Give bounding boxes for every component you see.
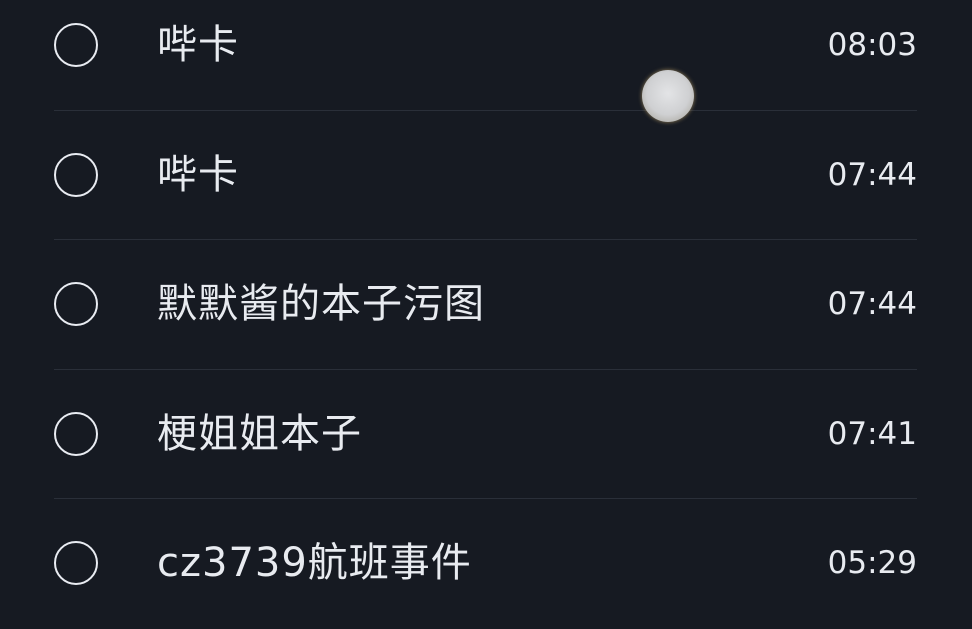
- select-radio[interactable]: [54, 152, 98, 197]
- select-radio[interactable]: [54, 23, 98, 67]
- select-radio[interactable]: [54, 541, 98, 585]
- touch-indicator: [642, 70, 694, 122]
- item-title: cz3739航班事件: [157, 540, 472, 586]
- list-item[interactable]: 梗姐姐本子 07:41: [0, 370, 972, 499]
- list-item[interactable]: cz3739航班事件 05:29: [0, 499, 972, 629]
- list-item[interactable]: 哔卡 07:44: [0, 111, 972, 240]
- item-title: 梗姐姐本子: [157, 410, 362, 457]
- item-title: 默默酱的本子污图: [157, 281, 485, 327]
- note-list: 哔卡 08:03 哔卡 07:44 默默酱的本子污图 07:44 梗姐姐本子 0…: [0, 0, 972, 629]
- select-radio[interactable]: [54, 282, 98, 326]
- item-time: 08:03: [827, 27, 917, 63]
- list-item[interactable]: 默默酱的本子污图 07:44: [0, 240, 972, 370]
- item-time: 07:41: [827, 415, 917, 452]
- item-title: 哔卡: [157, 151, 239, 198]
- item-title: 哔卡: [157, 22, 239, 68]
- item-time: 07:44: [827, 156, 917, 193]
- item-time: 05:29: [827, 545, 917, 581]
- select-radio[interactable]: [54, 411, 98, 456]
- item-time: 07:44: [827, 286, 917, 322]
- list-item[interactable]: 哔卡 08:03: [0, 0, 972, 111]
